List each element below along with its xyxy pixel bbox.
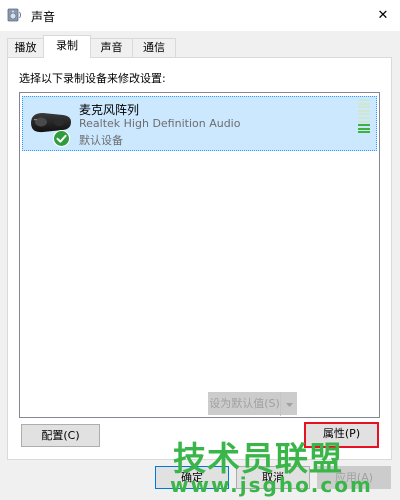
- instruction-text: 选择以下录制设备来修改设置:: [19, 72, 166, 85]
- level-meter: [358, 99, 370, 135]
- device-name: 麦克风阵列: [79, 103, 140, 117]
- level-meter-segment: [358, 99, 370, 101]
- ok-button[interactable]: 确定: [155, 466, 229, 489]
- configure-button[interactable]: 配置(C): [21, 424, 100, 447]
- tab-communications[interactable]: 通信: [132, 38, 176, 57]
- set-default-label: 设为默认值(S): [209, 397, 280, 410]
- level-meter-segment: [358, 113, 370, 116]
- cancel-button[interactable]: 取消: [236, 466, 310, 489]
- level-meter-segment: [358, 102, 370, 105]
- properties-button[interactable]: 属性(P): [304, 422, 379, 448]
- tab-sounds[interactable]: 声音: [90, 38, 133, 57]
- set-default-button[interactable]: 设为默认值(S): [208, 392, 297, 416]
- level-meter-segment: [358, 117, 370, 119]
- level-meter-segment: [358, 109, 370, 112]
- tab-recording[interactable]: 录制: [43, 35, 91, 58]
- speaker-icon: [7, 7, 23, 23]
- default-checkmark-icon: [53, 130, 70, 147]
- level-meter-segment: [358, 131, 370, 134]
- device-list[interactable]: 麦克风阵列 Realtek High Definition Audio 默认设备: [19, 92, 380, 418]
- level-meter-segment: [358, 120, 370, 123]
- chevron-down-icon[interactable]: [280, 393, 297, 416]
- apply-button[interactable]: 应用(A): [317, 466, 391, 489]
- sound-dialog: 声音 ✕ 播放 录制 声音 通信 选择以下录制设备来修改设置: 麦克风阵列 Re…: [0, 0, 400, 500]
- window-title: 声音: [31, 10, 56, 24]
- list-item[interactable]: 麦克风阵列 Realtek High Definition Audio 默认设备: [22, 96, 377, 151]
- close-icon: ✕: [377, 8, 389, 23]
- device-driver: Realtek High Definition Audio: [79, 117, 241, 130]
- level-meter-segment: [358, 124, 370, 127]
- close-button[interactable]: ✕: [366, 0, 400, 31]
- recording-panel: 选择以下录制设备来修改设置: 麦克风阵列 Realtek High Defini…: [7, 57, 392, 460]
- level-meter-segment: [358, 127, 370, 130]
- title-bar: 声音 ✕: [0, 0, 400, 31]
- level-meter-segment: [358, 106, 370, 109]
- tab-playback[interactable]: 播放: [7, 38, 44, 57]
- device-status: 默认设备: [79, 134, 123, 147]
